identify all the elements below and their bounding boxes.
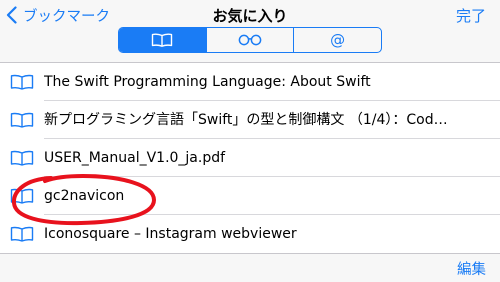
book-icon <box>10 150 34 166</box>
book-icon <box>152 33 173 47</box>
book-icon <box>10 226 34 242</box>
glasses-icon <box>238 34 262 46</box>
done-button[interactable]: 完了 <box>456 5 486 26</box>
bookmark-title: gc2navicon <box>44 188 125 204</box>
book-icon <box>10 74 34 90</box>
navigation-bar: ブックマーク お気に入り 完了 @ <box>0 0 500 62</box>
bookmark-title: 新プログラミング言語「Swift」の型と制御構文 （1/4）：Cod… <box>44 112 448 128</box>
bookmark-title: The Swift Programming Language: About Sw… <box>44 74 371 90</box>
list-item[interactable]: 新プログラミング言語「Swift」の型と制御構文 （1/4）：Cod… <box>0 101 500 139</box>
edit-button[interactable]: 編集 <box>457 258 486 279</box>
bookmark-list: The Swift Programming Language: About Sw… <box>0 63 500 253</box>
bookmark-title: Iconosquare – Instagram webviewer <box>44 226 297 242</box>
tab-bookmarks[interactable] <box>119 28 206 52</box>
list-item[interactable]: Iconosquare – Instagram webviewer <box>0 215 500 253</box>
list-item[interactable]: USER_Manual_V1.0_ja.pdf <box>0 139 500 177</box>
tab-shared-links[interactable]: @ <box>293 28 381 52</box>
segmented-control: @ <box>118 27 382 53</box>
bookmark-title: USER_Manual_V1.0_ja.pdf <box>44 150 226 166</box>
book-icon <box>10 188 34 204</box>
book-icon <box>10 112 34 128</box>
list-item[interactable]: The Swift Programming Language: About Sw… <box>0 63 500 101</box>
at-sign-icon: @ <box>330 30 346 49</box>
tab-reading-list[interactable] <box>205 28 294 52</box>
page-title: お気に入り <box>212 7 288 25</box>
bottom-toolbar: 編集 <box>0 253 500 282</box>
list-item[interactable]: gc2navicon <box>0 177 500 215</box>
